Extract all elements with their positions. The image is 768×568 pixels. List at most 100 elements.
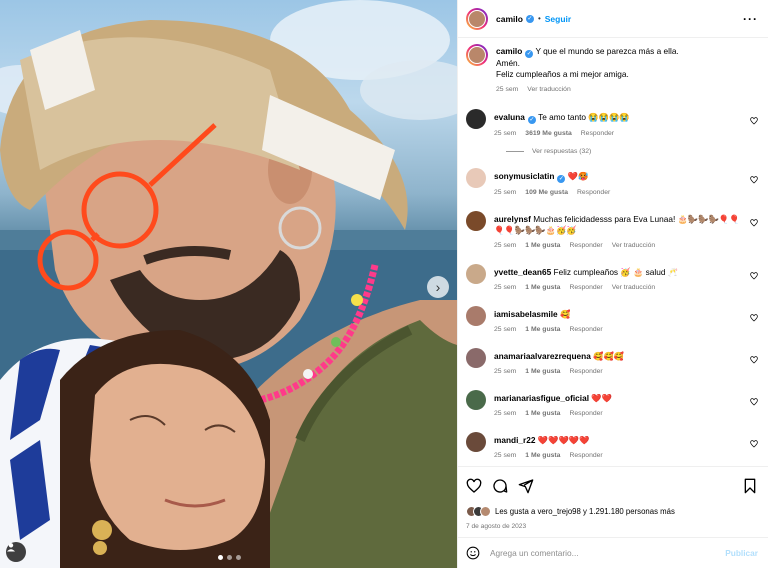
add-comment-bar: Publicar [458,537,768,568]
verified-icon: ✓ [525,14,534,23]
comment-likes[interactable]: 1 Me gusta [525,450,560,461]
author-avatar[interactable] [466,7,488,30]
comment-time[interactable]: 25 sem [494,187,516,198]
comment: marianariasfigue_oficial ❤️❤️ 25 sem 1 Me … [466,390,758,419]
comment-like-heart-icon[interactable] [750,314,758,322]
author-username[interactable]: camilo [496,14,523,24]
comment-likes[interactable]: 3619 Me gusta [525,128,571,139]
comment-time[interactable]: 25 sem [494,282,516,293]
share-icon[interactable] [518,478,534,494]
reply-button[interactable]: Responder [569,408,602,419]
comment-likes[interactable]: 1 Me gusta [525,282,560,293]
caption-username[interactable]: camilo [496,46,522,56]
comment-like-heart-icon[interactable] [750,272,758,280]
likes-text[interactable]: Les gusta a vero_trejo98 y 1.291.180 per… [495,507,675,516]
caption-line: Amén. [496,58,520,68]
commenter-avatar[interactable] [466,264,486,284]
reply-button[interactable]: Responder [569,240,602,251]
comment-username[interactable]: aurelynsf [494,214,531,224]
commenter-avatar[interactable] [466,109,486,129]
liker-avatars [466,506,491,517]
commenter-avatar[interactable] [466,306,486,326]
follow-button[interactable]: Seguir [545,14,571,24]
comment-text: 🥰 [559,309,571,319]
likes-summary[interactable]: Les gusta a vero_trejo98 y 1.291.180 per… [466,506,758,517]
carousel-dots [218,555,241,560]
separator-dot: • [537,14,541,23]
commenter-avatar[interactable] [466,348,486,368]
next-photo-button[interactable]: › [427,276,449,298]
reply-button[interactable]: Responder [581,128,614,139]
publish-button[interactable]: Publicar [725,548,758,558]
comment-icon[interactable] [492,478,508,494]
comment-like-heart-icon[interactable] [750,219,758,227]
comment-username[interactable]: mandi_r22 [494,435,536,445]
translate-link[interactable]: Ver traducción [612,240,655,251]
comment-likes[interactable]: 1 Me gusta [525,366,560,377]
comment-username[interactable]: evaluna [494,112,525,122]
replies-label[interactable]: Ver respuestas (32) [532,148,591,155]
comment-username[interactable]: marianariasfigue_oficial [494,393,589,403]
comments-list[interactable]: camilo ✓ Y que el mundo se parezca más a … [458,38,768,466]
reply-button[interactable]: Responder [569,450,602,461]
comment-like-heart-icon[interactable] [750,398,758,406]
commenter-avatar[interactable] [466,432,486,452]
comment: iamisabelasmile 🥰 25 sem 1 Me gusta Respond… [466,306,758,335]
comment-text: 🥰🥰🥰 [593,351,625,361]
caption-line: Feliz cumpleaños a mi mejor amiga. [496,69,629,79]
verified-icon: ✓ [527,116,536,124]
comment-time[interactable]: 25 sem [494,366,516,377]
comment: anamariaalvarezrequena 🥰🥰🥰 25 sem 1 Me gus… [466,348,758,377]
post-date[interactable]: 7 de agosto de 2023 [466,523,758,530]
comment-likes[interactable]: 1 Me gusta [525,408,560,419]
author-avatar[interactable] [466,44,488,66]
comment-time[interactable]: 25 sem [494,324,516,335]
reply-button[interactable]: Responder [569,324,602,335]
caption: camilo ✓ Y que el mundo se parezca más a … [466,44,758,95]
comment: sonymusiclatin ✓ ❤️🥵 25 sem 109 Me gusta Res… [466,168,758,198]
comment-like-heart-icon[interactable] [750,176,758,184]
comment-username[interactable]: sonymusiclatin [494,171,554,181]
post-photo[interactable]: › [0,0,457,568]
commenter-avatar[interactable] [466,168,486,188]
caption-line: Y que el mundo se parezca más a ella. [535,46,679,56]
comment-time[interactable]: 25 sem [494,408,516,419]
comment-time[interactable]: 25 sem [494,240,516,251]
post-header: camilo ✓ • Seguir ··· [458,0,768,38]
translate-link[interactable]: Ver traducción [612,282,655,293]
commenter-avatar[interactable] [466,390,486,410]
comment-username[interactable]: yvette_dean65 [494,267,551,277]
emoji-icon[interactable] [466,546,480,560]
tagged-users-button[interactable] [6,542,26,562]
comment-time[interactable]: 25 sem [494,450,516,461]
post-side-panel: camilo ✓ • Seguir ··· camilo ✓ Y que el m… [457,0,768,568]
comment-likes[interactable]: 1 Me gusta [525,240,560,251]
caption-time[interactable]: 25 sem [496,84,518,95]
caption-translate-link[interactable]: Ver traducción [527,84,570,95]
comment-like-heart-icon[interactable] [750,356,758,364]
comment-like-heart-icon[interactable] [750,440,758,448]
reply-button[interactable]: Responder [577,187,610,198]
save-bookmark-icon[interactable] [742,478,758,494]
comment-time[interactable]: 25 sem [494,128,516,139]
reply-button[interactable]: Responder [569,366,602,377]
reply-button[interactable]: Responder [569,282,602,293]
like-heart-icon[interactable] [466,478,482,494]
comment-likes[interactable]: 1 Me gusta [525,324,560,335]
verified-icon: ✓ [525,50,534,58]
view-replies-button[interactable]: Ver respuestas (32) [506,148,758,155]
comment-text: ❤️❤️ [591,393,612,403]
comment-input[interactable] [490,548,726,558]
comment-text: Feliz cumpleaños 🥳 🎂 salud 🥂 [553,267,679,277]
comment-text: Te amo tanto 😭😭😭😭 [538,112,630,122]
more-options-icon[interactable]: ··· [743,13,758,25]
comment-like-heart-icon[interactable] [750,117,758,125]
comment-username[interactable]: iamisabelasmile [494,309,558,319]
comment-likes[interactable]: 109 Me gusta [525,187,568,198]
commenter-avatar[interactable] [466,211,486,231]
comment-username[interactable]: anamariaalvarezrequena [494,351,591,361]
comment: mandi_r22 ❤️❤️❤️❤️❤️ 25 sem 1 Me gusta Resp… [466,432,758,461]
comment-text: ❤️❤️❤️❤️❤️ [537,435,590,445]
user-icon [7,543,15,552]
comment: aurelynsf Muchas felicidadesss para Eva … [466,211,758,251]
